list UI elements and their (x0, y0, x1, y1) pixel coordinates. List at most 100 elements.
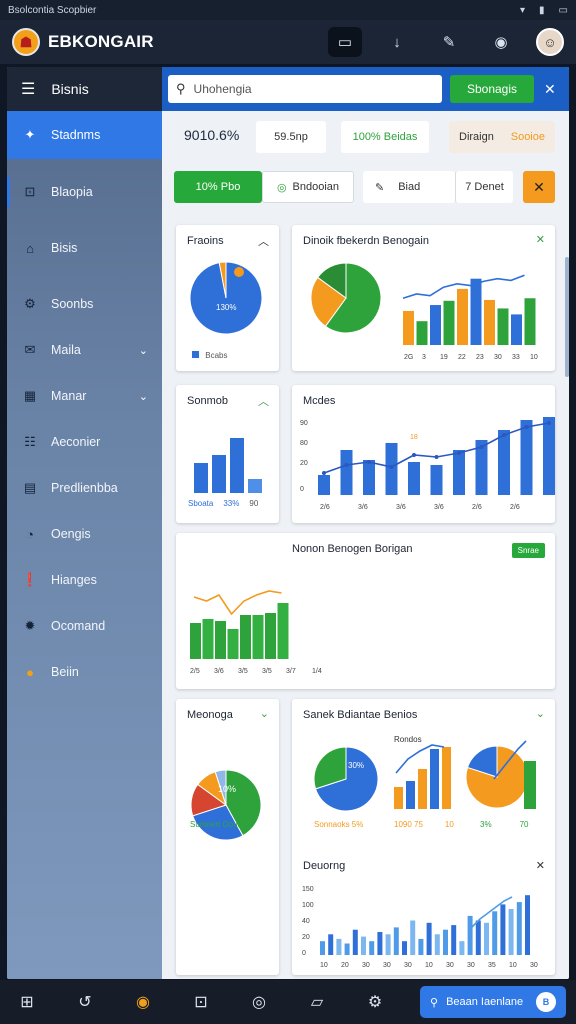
filter-label: Bndooian (292, 181, 340, 193)
bar (202, 619, 214, 659)
bar (459, 941, 465, 955)
bar (194, 463, 208, 493)
window-icon[interactable]: ▭ (328, 27, 362, 57)
filter-label: 10% Pbo (195, 181, 241, 193)
bar (410, 920, 416, 955)
bar (406, 781, 415, 809)
x-tick: 30 (446, 962, 454, 969)
sidebar-item-5[interactable]: ▦ Manar ⌄ (7, 373, 162, 419)
y-tick: 150 (302, 886, 314, 893)
app-logo[interactable]: ☗ (12, 28, 40, 56)
app-header: ☗ EBKONGAIR ▭ ↓ ✎ ◉ ☺ (0, 20, 576, 64)
refresh-icon[interactable]: ◉ (484, 27, 518, 57)
chevron-down-icon[interactable]: ⌄ (139, 390, 148, 403)
home-icon: ⌂ (26, 240, 34, 256)
folder-icon[interactable]: ▱ (300, 985, 334, 1019)
filter-label: 7 Denet (465, 181, 504, 193)
search-input[interactable]: ⚲ Uhohengia (168, 75, 442, 103)
bar (352, 929, 358, 955)
sidebar-item-0[interactable]: ✦ Stadnms (7, 111, 162, 159)
tool-button[interactable]: ✎ Biad (363, 171, 455, 203)
sidebar-item-1[interactable]: ⊡ Blaopia (7, 169, 162, 215)
filter-label: Biad (398, 181, 421, 193)
combo-chart: 2/5 3/6 3/5 3/5 3/7 1/4 (190, 578, 342, 675)
bar (453, 450, 465, 495)
sidebar-header[interactable]: ☰ Bisnis (7, 67, 162, 111)
close-icon[interactable]: ✕ (536, 859, 545, 872)
stat-chip-orange[interactable]: Diraign Sooioe (449, 121, 555, 153)
close-icon[interactable]: ✕ (544, 81, 556, 98)
sidebar-item-10[interactable]: ✹ Ocomand (7, 603, 162, 649)
x-tick: 10 (509, 962, 517, 969)
x-tick: 30 (362, 962, 370, 969)
x-tick: 33 (512, 354, 520, 361)
sidebar-item-label: Hianges (51, 573, 97, 587)
menu-icon[interactable]: ☰ (21, 79, 35, 99)
stat-chip-green[interactable]: 100% Beidas (341, 121, 429, 153)
sidebar-item-2[interactable]: ⌂ Bisis (7, 225, 162, 271)
x-tick: 2/5 (190, 668, 200, 675)
bar (418, 938, 424, 955)
settings-icon: ✹ (24, 618, 36, 633)
apps-icon[interactable]: ⊡ (184, 985, 218, 1019)
search-button[interactable]: Sbonagis (450, 75, 534, 103)
x-tick: 3/6 (214, 668, 224, 675)
date-button[interactable]: 7 Denet (455, 171, 513, 203)
bar (403, 311, 414, 345)
back-icon[interactable]: ↺ (68, 985, 102, 1019)
doc-icon: ▤ (23, 480, 37, 495)
bar-label: Sboata (188, 499, 214, 508)
card-dinoik: Dinoik fbekerdn Benogain ✕ 2G 3 19 22 23 30 33… (292, 225, 555, 371)
bar (361, 936, 366, 955)
card-sonmob: Sonmob ︿ Sboata 33% 90 (176, 385, 279, 523)
x-tick: 30 (383, 962, 391, 969)
bar (340, 450, 353, 495)
coin-icon: ● (26, 664, 34, 680)
filter-outline-button[interactable]: ◎ Bndooian (262, 171, 354, 203)
scrollbar[interactable] (565, 257, 569, 377)
legend-swatch (192, 351, 199, 358)
download-icon[interactable]: ↓ (380, 27, 414, 57)
bar (277, 603, 289, 659)
close-filter-button[interactable]: ✕ (523, 171, 555, 203)
sidebar-item-7[interactable]: ▤ Predlienbba (7, 465, 162, 511)
x-tick: 30 (467, 962, 475, 969)
bar (484, 922, 489, 955)
avatar[interactable]: ☺ (536, 28, 564, 56)
sidebar: ☰ Bisnis ✦ Stadnms ⊡ Blaopia ⌂ Bisis ⚙ S… (7, 67, 162, 979)
sidebar-item-8[interactable]: ◔ Oengis (7, 511, 162, 557)
bar-labels: 3% 70 (480, 820, 528, 829)
sidebar-item-11[interactable]: ● Beiin (7, 649, 162, 695)
sidebar-item-label: Ocomand (51, 619, 106, 633)
bar (215, 621, 226, 659)
bar-labels: Sboata 33% 90 (188, 499, 258, 508)
battery-icon: ▭ (558, 4, 568, 16)
chevron-down-icon[interactable]: ⌄ (139, 344, 148, 357)
card-mcdes: Mcdes 90 80 20 0 18 2/6 3/6 3/6 3/6 2/6 2/6 (292, 385, 555, 523)
bar (265, 613, 276, 659)
sidebar-item-9[interactable]: ❗ Hianges (7, 557, 162, 603)
sidebar-item-3[interactable]: ⚙ Soonbs (7, 281, 162, 327)
bar (451, 925, 457, 955)
bar (385, 934, 391, 955)
x-tick: 30 (530, 962, 538, 969)
bar (484, 299, 495, 345)
x-tick: 30 (404, 962, 412, 969)
bar (318, 475, 330, 495)
edit-icon[interactable]: ✎ (432, 27, 466, 57)
start-icon[interactable]: ⊞ (10, 985, 44, 1019)
bar (248, 479, 262, 493)
system-bar: Bsolcontia Scopbier ▾ ▮ ▭ (0, 0, 576, 20)
stat-chip[interactable]: 59.5np (256, 121, 326, 153)
pie-footer: Sumnert Ooun3% (190, 820, 254, 829)
taskbar-action-button[interactable]: ⚲ Beaan Iaenlane B (420, 986, 566, 1018)
sidebar-item-4[interactable]: ✉ Maila ⌄ (7, 327, 162, 373)
bar (497, 308, 509, 345)
sidebar-item-6[interactable]: ☷ Aeconier (7, 419, 162, 465)
circle-icon[interactable]: ◎ (242, 985, 276, 1019)
trend-line-point (367, 460, 371, 464)
gear-icon[interactable]: ⚙ (358, 985, 392, 1019)
filter-green-button[interactable]: 10% Pbo (174, 171, 262, 203)
y-tick: 20 (302, 934, 310, 941)
browser-icon[interactable]: ◉ (126, 985, 160, 1019)
